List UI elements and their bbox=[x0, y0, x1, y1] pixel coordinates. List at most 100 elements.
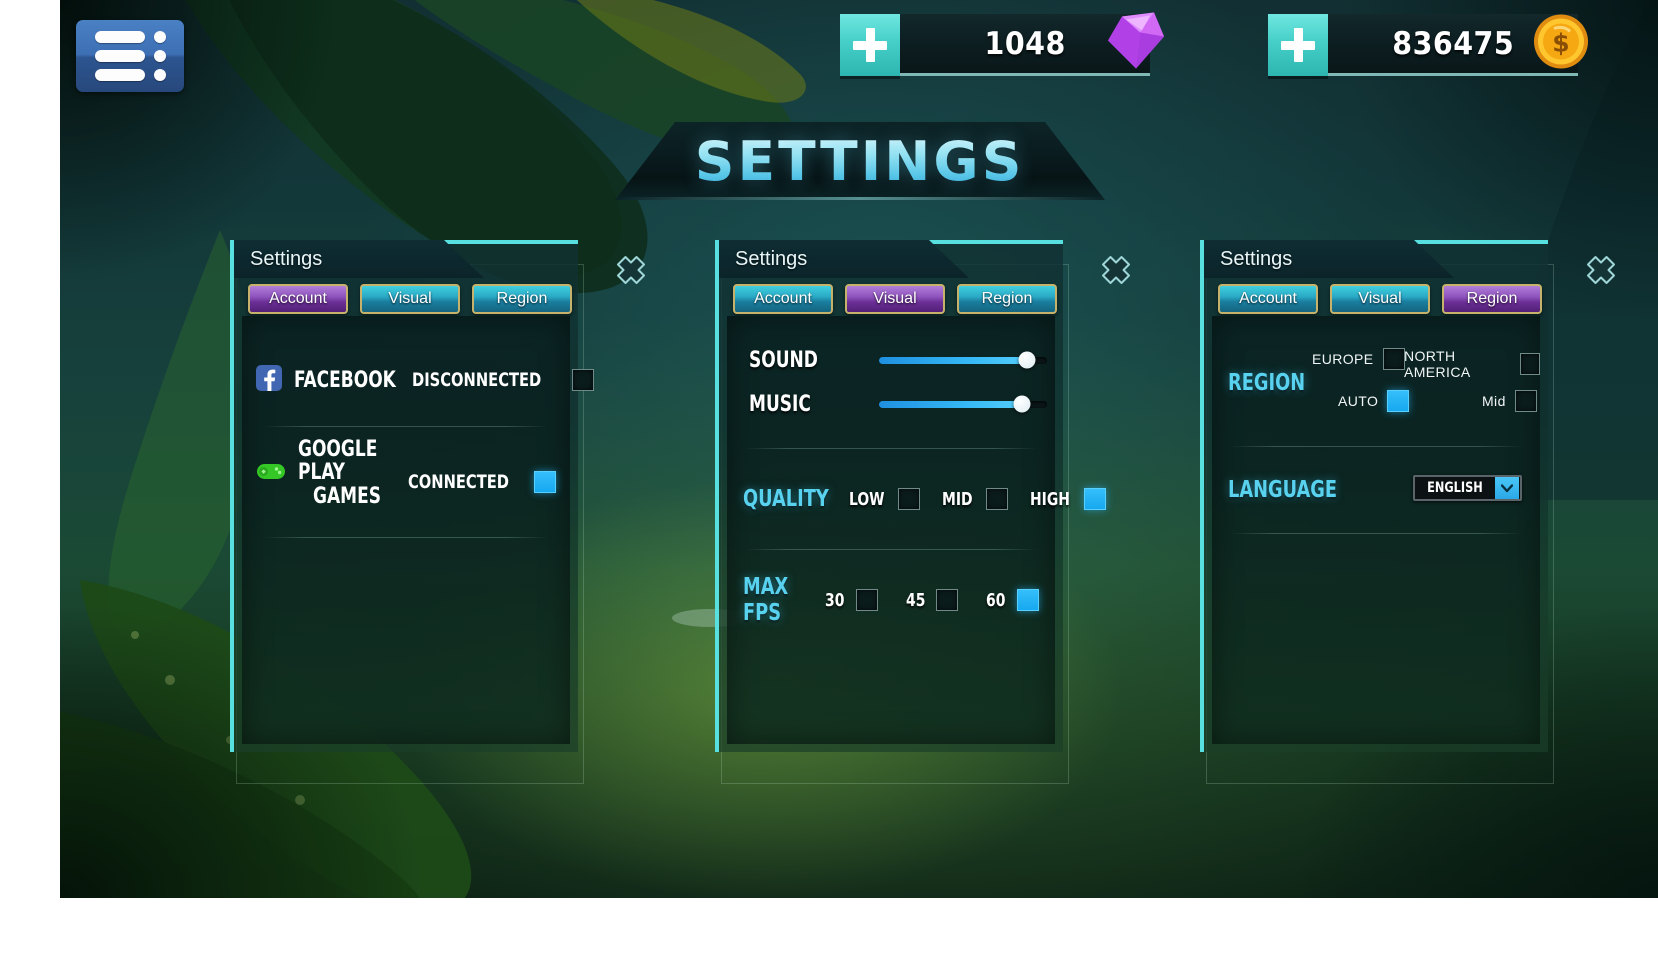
close-button[interactable] bbox=[1586, 255, 1616, 285]
max-fps-row: MAX FPS 30 45 60 bbox=[727, 572, 1055, 628]
panel-header-label: Settings bbox=[250, 247, 323, 270]
page-title-banner: SETTINGS bbox=[615, 122, 1105, 200]
close-button[interactable] bbox=[1101, 255, 1131, 285]
panel-tabs: Account Visual Region bbox=[1218, 284, 1542, 314]
account-row-google-play[interactable]: GOOGLE PLAY GAMES CONNECTED bbox=[242, 427, 570, 519]
quality-option-low-label: LOW bbox=[848, 488, 885, 510]
region-option-europe-label: EUROPE bbox=[1312, 351, 1374, 367]
max-fps-checkbox-60[interactable] bbox=[1017, 589, 1039, 611]
tab-region[interactable]: Region bbox=[1442, 284, 1542, 314]
tab-account[interactable]: Account bbox=[1218, 284, 1318, 314]
max-fps-option-60[interactable]: 60 bbox=[986, 589, 1039, 611]
region-checkbox-north-america[interactable] bbox=[1520, 353, 1540, 375]
slider-handle-sound[interactable] bbox=[1018, 351, 1036, 369]
gem-amount-bar: 1048 bbox=[900, 12, 1164, 76]
panel-content: REGION EUROPE NORTH AMERICA AUTO Mid LAN… bbox=[1212, 316, 1540, 744]
coin-counter: 836475 $ bbox=[1268, 14, 1588, 76]
add-coins-button[interactable] bbox=[1268, 14, 1328, 76]
hamburger-menu-icon bbox=[94, 31, 145, 81]
region-option-auto[interactable]: AUTO bbox=[1338, 390, 1410, 412]
account-name-google-play-line1: GOOGLE PLAY bbox=[298, 437, 378, 486]
region-checkbox-auto[interactable] bbox=[1387, 390, 1410, 412]
row-divider bbox=[745, 549, 1037, 550]
account-name-google-play-line2: GAMES bbox=[313, 483, 382, 509]
row-divider bbox=[1230, 533, 1522, 534]
slider-music[interactable] bbox=[879, 395, 1047, 413]
tab-region[interactable]: Region bbox=[472, 284, 572, 314]
tab-visual[interactable]: Visual bbox=[360, 284, 460, 314]
region-option-europe[interactable]: EUROPE bbox=[1312, 348, 1405, 370]
account-status-google-play: CONNECTED bbox=[407, 471, 509, 493]
language-dropdown-value: ENGLISH bbox=[1427, 480, 1483, 496]
chevron-down-icon[interactable] bbox=[1495, 477, 1519, 499]
panel-tabs: Account Visual Region bbox=[248, 284, 572, 314]
max-fps-label: MAX FPS bbox=[743, 574, 789, 626]
region-checkbox-mid[interactable] bbox=[1514, 390, 1537, 412]
gem-counter: 1048 bbox=[840, 12, 1164, 76]
google-play-games-icon bbox=[256, 459, 286, 488]
quality-checkbox-high[interactable] bbox=[1084, 488, 1106, 510]
quality-option-mid-label: MID bbox=[941, 488, 973, 510]
max-fps-option-45[interactable]: 45 bbox=[906, 589, 959, 611]
region-checkbox-europe[interactable] bbox=[1382, 348, 1405, 370]
quality-option-high-label: HIGH bbox=[1029, 488, 1070, 510]
tab-account[interactable]: Account bbox=[248, 284, 348, 314]
menu-button[interactable] bbox=[76, 20, 184, 92]
settings-panel-visual: Settings Account Visual Region SOUND MUS… bbox=[715, 240, 1130, 784]
coin-icon: $ bbox=[1532, 12, 1590, 75]
quality-checkbox-mid[interactable] bbox=[985, 488, 1008, 510]
svg-text:$: $ bbox=[1552, 28, 1569, 57]
slider-label-music: MUSIC bbox=[749, 391, 811, 417]
settings-panel-region: Settings Account Visual Region REGION EU… bbox=[1200, 240, 1615, 784]
panel-content: SOUND MUSIC QUALITY LOW MID HIGH MAX FPS… bbox=[727, 316, 1106, 744]
tab-account[interactable]: Account bbox=[733, 284, 833, 314]
quality-option-mid[interactable]: MID bbox=[942, 488, 1008, 510]
region-option-auto-label: AUTO bbox=[1338, 393, 1379, 409]
gem-icon bbox=[1102, 10, 1168, 77]
panel-header: Settings bbox=[234, 240, 484, 278]
account-checkbox-facebook[interactable] bbox=[571, 369, 594, 391]
row-divider bbox=[745, 448, 1037, 449]
max-fps-option-30-label: 30 bbox=[825, 589, 845, 611]
panel-header-label: Settings bbox=[735, 247, 808, 270]
region-label: REGION bbox=[1228, 370, 1306, 396]
tab-visual[interactable]: Visual bbox=[1330, 284, 1430, 314]
quality-option-high[interactable]: HIGH bbox=[1030, 488, 1106, 510]
quality-checkbox-low[interactable] bbox=[897, 488, 920, 510]
panel-content: FACEBOOK DISCONNECTED GOOGLE PLAY GAMES … bbox=[242, 316, 594, 744]
region-option-mid[interactable]: Mid bbox=[1482, 390, 1537, 412]
game-screen: 1048 836475 $ SETTINGS Settings Account … bbox=[60, 0, 1658, 898]
close-button[interactable] bbox=[616, 255, 646, 285]
panel-header: Settings bbox=[719, 240, 969, 278]
tab-visual[interactable]: Visual bbox=[845, 284, 945, 314]
max-fps-checkbox-30[interactable] bbox=[855, 589, 878, 611]
region-option-north-america[interactable]: NORTH AMERICA bbox=[1404, 348, 1540, 380]
language-label: LANGUAGE bbox=[1228, 477, 1337, 503]
background-leaf-top-yellow bbox=[576, 0, 806, 103]
quality-label: QUALITY bbox=[743, 486, 829, 512]
menu-dots-icon bbox=[153, 31, 166, 81]
page-title: SETTINGS bbox=[695, 129, 1025, 193]
slider-row-music: MUSIC bbox=[727, 382, 1055, 426]
add-gems-button[interactable] bbox=[840, 14, 900, 76]
quality-option-low[interactable]: LOW bbox=[849, 488, 920, 510]
panel-body: Settings Account Visual Region FACEBOOK bbox=[230, 240, 594, 752]
facebook-icon bbox=[256, 364, 282, 396]
panel-body: Settings Account Visual Region SOUND MUS… bbox=[715, 240, 1106, 752]
slider-handle-music[interactable] bbox=[1013, 395, 1031, 413]
account-row-facebook[interactable]: FACEBOOK DISCONNECTED bbox=[242, 334, 594, 426]
slider-sound[interactable] bbox=[879, 351, 1047, 369]
quality-row: QUALITY LOW MID HIGH bbox=[727, 471, 1106, 527]
account-checkbox-google-play[interactable] bbox=[534, 471, 556, 493]
max-fps-checkbox-45[interactable] bbox=[936, 589, 959, 611]
gem-amount: 1048 bbox=[984, 25, 1066, 62]
coin-amount: 836475 bbox=[1392, 25, 1514, 62]
max-fps-option-30[interactable]: 30 bbox=[825, 589, 878, 611]
tab-region[interactable]: Region bbox=[957, 284, 1057, 314]
settings-panel-account: Settings Account Visual Region FACEBOOK bbox=[230, 240, 645, 784]
panel-body: Settings Account Visual Region REGION EU… bbox=[1200, 240, 1548, 752]
slider-label-sound: SOUND bbox=[749, 347, 818, 373]
panel-tabs: Account Visual Region bbox=[733, 284, 1057, 314]
language-dropdown[interactable]: ENGLISH bbox=[1413, 475, 1522, 501]
account-name-facebook: FACEBOOK bbox=[294, 367, 396, 393]
